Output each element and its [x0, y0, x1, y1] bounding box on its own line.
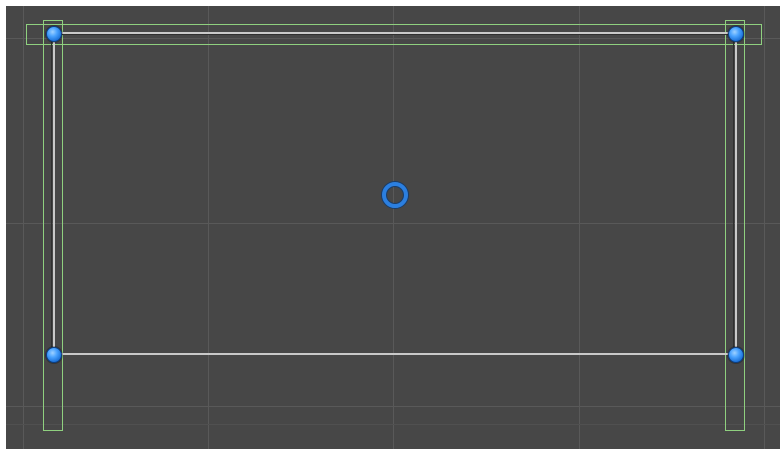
- bottom-left-handle[interactable]: [46, 347, 62, 363]
- bottom-edge: [54, 353, 736, 355]
- scene-view[interactable]: [0, 0, 780, 449]
- bottom-right-handle[interactable]: [728, 347, 744, 363]
- right-edge: [735, 34, 737, 354]
- left-edge: [53, 34, 55, 354]
- grid-line: [6, 406, 780, 407]
- top-left-handle[interactable]: [46, 26, 62, 42]
- grid-line: [208, 6, 209, 449]
- pivot-handle[interactable]: [382, 182, 408, 208]
- top-right-handle[interactable]: [728, 26, 744, 42]
- right-edge-shadow: [733, 34, 734, 354]
- top-edge-shadow: [54, 34, 736, 35]
- left-edge-shadow: [51, 34, 52, 354]
- scene-viewport[interactable]: [6, 6, 780, 449]
- grid-line: [393, 6, 394, 449]
- grid-line: [579, 6, 580, 449]
- grid-line: [6, 424, 780, 425]
- grid-line: [6, 223, 780, 224]
- grid-line: [764, 6, 765, 449]
- grid-line: [23, 6, 24, 449]
